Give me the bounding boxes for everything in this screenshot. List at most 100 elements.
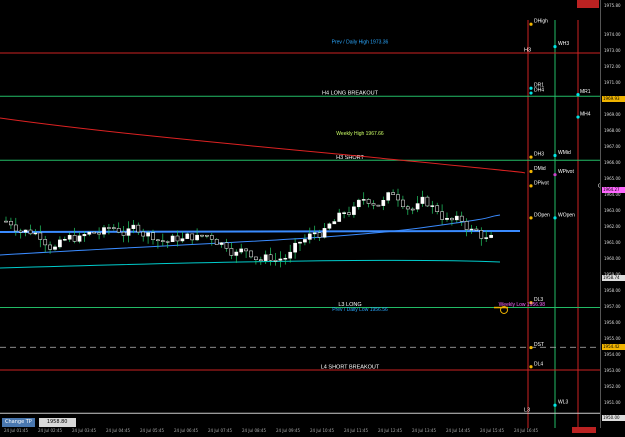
candle-body xyxy=(126,228,131,236)
candle-body xyxy=(410,208,415,211)
candle-body xyxy=(249,250,253,258)
candle-body xyxy=(430,205,435,207)
price-tick-label: 1969.00 xyxy=(604,111,621,117)
time-tick-label: 24 Jul 07:45 xyxy=(208,428,232,433)
level-label: Prev / Daily High 1973.36 xyxy=(332,40,389,46)
candle-body xyxy=(229,248,234,256)
level-label: DH3 xyxy=(534,152,544,158)
candle-body xyxy=(293,242,297,253)
candle-body xyxy=(190,233,195,241)
level-label: DH4 xyxy=(534,88,544,94)
candle-body xyxy=(13,224,18,232)
candle-body xyxy=(214,239,219,245)
level-dot xyxy=(529,169,533,174)
level-dot xyxy=(529,184,533,188)
level-label: H3 xyxy=(524,48,531,54)
candle-body xyxy=(450,217,454,221)
level-dot xyxy=(553,153,557,158)
level-label: WMid xyxy=(558,150,571,156)
level-dot xyxy=(529,22,533,26)
candle-body xyxy=(420,196,425,204)
level-dot xyxy=(529,345,533,350)
candle-body xyxy=(435,205,440,212)
candle-body xyxy=(28,229,33,235)
candle-body xyxy=(9,220,13,226)
candle-body xyxy=(484,237,489,239)
level-label: DPivot xyxy=(534,180,549,186)
candle-body xyxy=(258,259,263,261)
candle-body xyxy=(97,232,101,235)
time-tick-label: 24 Jul 09:45 xyxy=(276,428,300,433)
candle-body xyxy=(116,228,121,233)
candle-body xyxy=(205,234,209,237)
candle-body xyxy=(352,206,356,215)
candle-body xyxy=(165,241,170,243)
candle-body xyxy=(263,254,268,261)
price-axis[interactable]: 1975.801974.001973.001972.001971.001970.… xyxy=(600,0,625,428)
candle-body xyxy=(244,248,248,252)
candle-body xyxy=(489,234,493,238)
level-label: DOpen xyxy=(534,212,550,218)
price-chart[interactable]: DHighPrev / Daily High 1973.36 WH3H3DR1DH… xyxy=(0,0,600,428)
candle-body xyxy=(38,232,43,240)
candle-body xyxy=(283,257,288,260)
candle-body xyxy=(474,228,479,231)
level-label: DST xyxy=(534,342,544,348)
level-label: Prev / Daily Low 1956.56 xyxy=(332,307,388,313)
change-tp-panel: Change TP 1958.80 xyxy=(2,418,94,427)
change-tp-button[interactable]: Change TP xyxy=(2,418,35,427)
time-tick-label: 24 Jul 08:45 xyxy=(242,428,266,433)
candle-body xyxy=(298,241,302,244)
time-tick-label: 24 Jul 16:45 xyxy=(514,428,538,433)
candle-body xyxy=(72,235,77,242)
time-tick-label: 24 Jul 15:45 xyxy=(480,428,504,433)
candle-body xyxy=(82,234,87,237)
candle-body xyxy=(209,235,214,240)
candle-body xyxy=(156,239,160,242)
candle-body xyxy=(141,231,146,237)
level-label: DMid xyxy=(534,166,546,172)
candle-body xyxy=(160,240,165,242)
candle-body xyxy=(317,232,322,238)
level-dot xyxy=(529,86,533,90)
price-tick-label: 1951.00 xyxy=(604,399,621,405)
price-highlight-label: 1969.93 xyxy=(602,95,625,102)
price-tick-label: 1957.00 xyxy=(604,303,621,309)
candle-body xyxy=(337,212,342,222)
candle-body xyxy=(347,212,351,215)
moving-average-cyan xyxy=(0,259,501,269)
candle-body xyxy=(342,212,346,214)
candle-body xyxy=(479,230,484,239)
time-tick-label: 24 Jul 12:45 xyxy=(378,428,402,433)
candle-body xyxy=(327,223,332,229)
time-tick-label: 24 Jul 03:45 xyxy=(72,428,96,433)
candle-body xyxy=(356,199,361,208)
change-tp-value[interactable]: 1958.80 xyxy=(38,418,76,427)
level-label: DHigh xyxy=(534,19,548,25)
candle-body xyxy=(278,258,283,261)
time-tick-label: 24 Jul 02:45 xyxy=(38,428,62,433)
price-tick-label: 1953.00 xyxy=(604,367,621,373)
candle-body xyxy=(445,217,449,220)
price-tick-label: 1961.00 xyxy=(604,239,621,245)
candle-body xyxy=(440,211,444,220)
candle-body xyxy=(87,231,92,235)
candle-body xyxy=(361,199,366,201)
time-axis[interactable]: 24 Jul 01:45 24 Jul 02:45 24 Jul 03:45 24 J… xyxy=(0,428,600,437)
candle-body xyxy=(371,203,376,206)
candle-body xyxy=(376,204,381,207)
time-tick-label: 24 Jul 01:45 xyxy=(4,428,28,433)
level-dot xyxy=(529,91,533,95)
candle-body xyxy=(307,233,312,240)
candle-body xyxy=(58,239,62,248)
top-price-box xyxy=(577,0,599,8)
time-tick-label: 24 Jul 11:45 xyxy=(344,428,368,433)
candle-body xyxy=(303,239,307,243)
price-tick-label: 1958.00 xyxy=(604,287,621,293)
time-tick-label: 24 Jul 13:45 xyxy=(412,428,436,433)
price-tick-label: 1962.00 xyxy=(604,223,621,229)
level-label: DL4 xyxy=(534,361,543,367)
candle-body xyxy=(254,256,258,260)
price-tick-label: 1955.00 xyxy=(604,335,621,341)
price-tick-label: 1967.00 xyxy=(604,143,621,149)
